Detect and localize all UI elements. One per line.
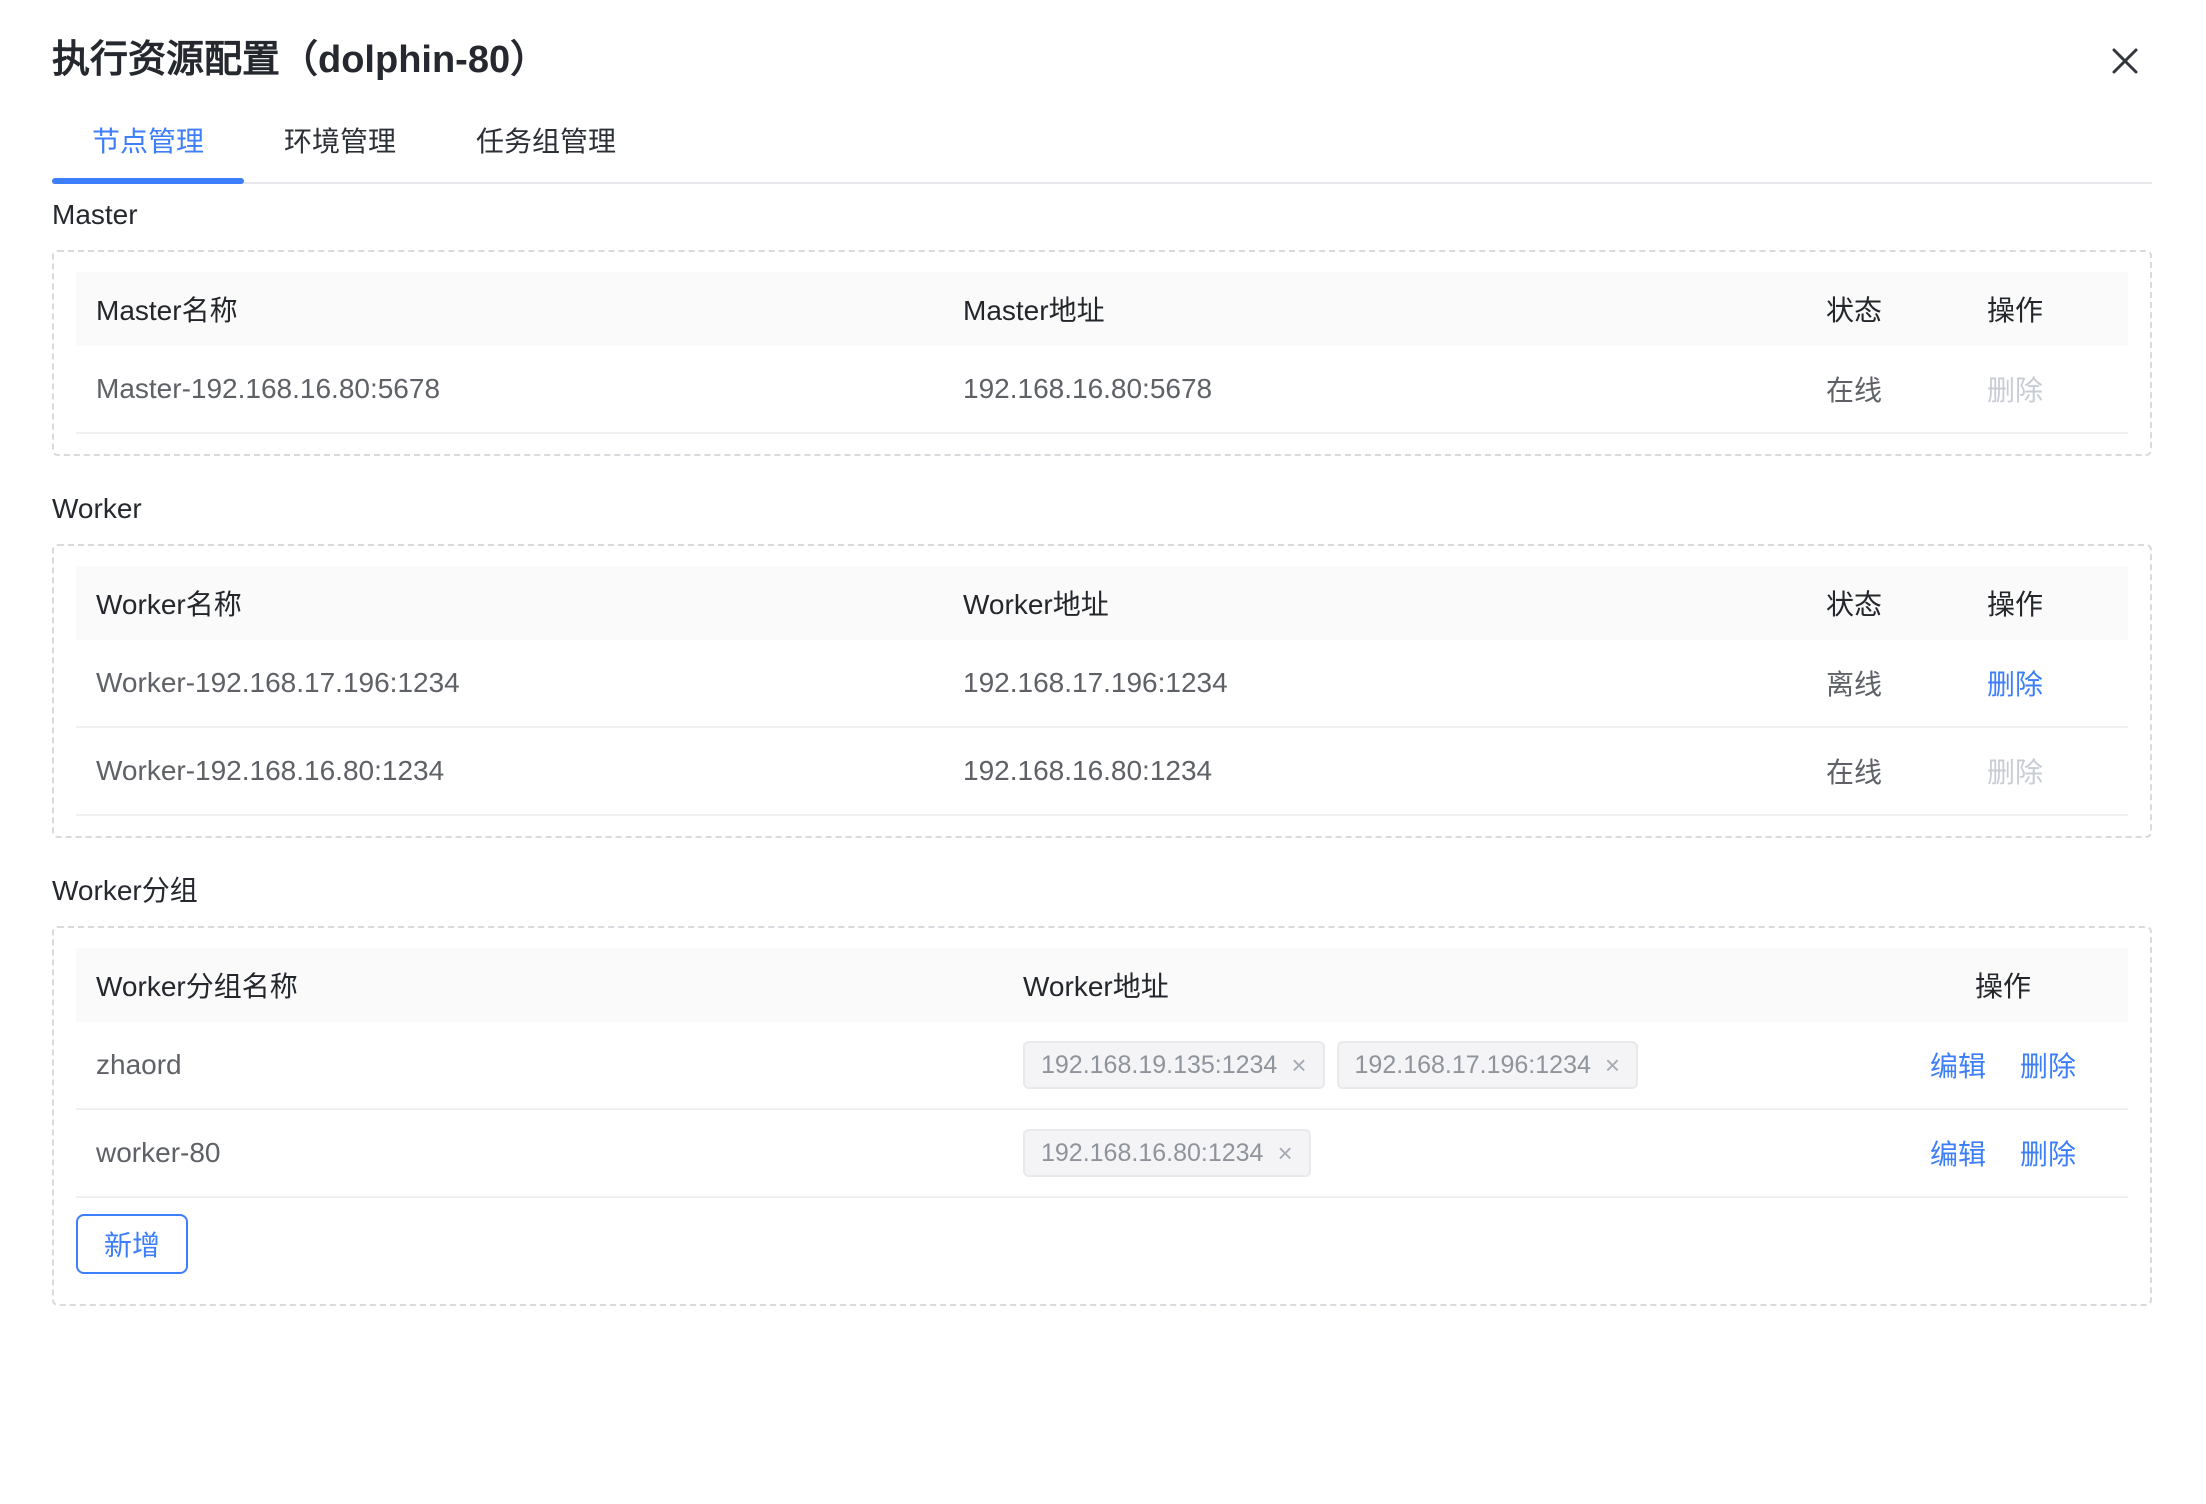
master-table: Master名称 Master地址 状态 操作 Master-192.168.1…	[76, 272, 2128, 434]
edit-link[interactable]: 编辑	[1930, 1045, 1986, 1085]
col-status: 状态	[1776, 289, 1932, 329]
col-worker-name: Worker名称	[76, 583, 963, 623]
resource-config-dialog: 执行资源配置（dolphin-80） 节点管理 环境管理 任务组管理 Maste…	[0, 0, 2206, 1306]
tag-remove-icon[interactable]: ×	[1277, 1140, 1292, 1166]
group-name: worker-80	[76, 1137, 1023, 1169]
worker-addr: 192.168.16.80:1234	[963, 755, 1776, 787]
worker-group-section-title: Worker分组	[52, 876, 2152, 906]
close-button[interactable]	[2108, 44, 2142, 78]
group-name: zhaord	[76, 1049, 1023, 1081]
worker-group-panel: Worker分组名称 Worker地址 操作 zhaord 192.168.19…	[52, 926, 2152, 1306]
address-tag: 192.168.19.135:1234 ×	[1023, 1041, 1325, 1089]
tag-text: 192.168.16.80:1234	[1041, 1139, 1263, 1168]
tag-text: 192.168.19.135:1234	[1041, 1051, 1277, 1080]
worker-table-header: Worker名称 Worker地址 状态 操作	[76, 566, 2128, 640]
tab-environment-management[interactable]: 环境管理	[244, 108, 436, 182]
tab-label: 任务组管理	[476, 126, 616, 157]
table-row: Worker-192.168.17.196:1234 192.168.17.19…	[76, 640, 2128, 728]
col-operation: 操作	[1932, 289, 2128, 329]
delete-link[interactable]: 删除	[2020, 1133, 2076, 1173]
status-text: 在线	[1776, 751, 1932, 791]
worker-name: Worker-192.168.16.80:1234	[76, 755, 963, 787]
status-text: 在线	[1776, 369, 1932, 409]
delete-link: 删除	[1987, 375, 2043, 406]
worker-panel: Worker名称 Worker地址 状态 操作 Worker-192.168.1…	[52, 544, 2152, 838]
close-icon	[2109, 45, 2141, 77]
col-worker-addr: Worker地址	[963, 583, 1776, 623]
col-group-name: Worker分组名称	[76, 965, 1023, 1005]
master-panel: Master名称 Master地址 状态 操作 Master-192.168.1…	[52, 250, 2152, 456]
master-section-title: Master	[52, 200, 2152, 230]
tab-label: 环境管理	[284, 126, 396, 157]
group-addr-tags: 192.168.16.80:1234 ×	[1023, 1129, 1878, 1177]
group-addr-tags: 192.168.19.135:1234 × 192.168.17.196:123…	[1023, 1041, 1878, 1089]
worker-table: Worker名称 Worker地址 状态 操作 Worker-192.168.1…	[76, 566, 2128, 816]
worker-addr: 192.168.17.196:1234	[963, 667, 1776, 699]
status-text: 离线	[1776, 663, 1932, 703]
delete-link[interactable]: 删除	[2020, 1045, 2076, 1085]
col-group-addr: Worker地址	[1023, 965, 1878, 1005]
master-name: Master-192.168.16.80:5678	[76, 373, 963, 405]
col-status: 状态	[1776, 583, 1932, 623]
tab-label: 节点管理	[92, 126, 204, 157]
table-row: zhaord 192.168.19.135:1234 × 192.168.17.…	[76, 1022, 2128, 1110]
col-master-addr: Master地址	[963, 289, 1776, 329]
delete-link[interactable]: 删除	[1987, 669, 2043, 700]
worker-section-title: Worker	[52, 494, 2152, 524]
worker-group-table-header: Worker分组名称 Worker地址 操作	[76, 948, 2128, 1022]
delete-link: 删除	[1987, 757, 2043, 788]
dialog-title: 执行资源配置（dolphin-80）	[52, 36, 2152, 84]
tag-remove-icon[interactable]: ×	[1291, 1052, 1306, 1078]
add-button[interactable]: 新增	[76, 1214, 188, 1274]
tab-task-group-management[interactable]: 任务组管理	[436, 108, 656, 182]
master-addr: 192.168.16.80:5678	[963, 373, 1776, 405]
table-row: Worker-192.168.16.80:1234 192.168.16.80:…	[76, 728, 2128, 816]
edit-link[interactable]: 编辑	[1930, 1133, 1986, 1173]
tag-remove-icon[interactable]: ×	[1605, 1052, 1620, 1078]
col-operation: 操作	[1932, 583, 2128, 623]
col-operation: 操作	[1878, 965, 2128, 1005]
master-table-header: Master名称 Master地址 状态 操作	[76, 272, 2128, 346]
address-tag: 192.168.17.196:1234 ×	[1337, 1041, 1639, 1089]
col-master-name: Master名称	[76, 289, 963, 329]
tab-bar: 节点管理 环境管理 任务组管理	[52, 108, 2152, 184]
table-row: worker-80 192.168.16.80:1234 × 编辑 删除	[76, 1110, 2128, 1198]
worker-group-table: Worker分组名称 Worker地址 操作 zhaord 192.168.19…	[76, 948, 2128, 1198]
worker-name: Worker-192.168.17.196:1234	[76, 667, 963, 699]
table-row: Master-192.168.16.80:5678 192.168.16.80:…	[76, 346, 2128, 434]
tab-node-management[interactable]: 节点管理	[52, 108, 244, 182]
tag-text: 192.168.17.196:1234	[1355, 1051, 1591, 1080]
address-tag: 192.168.16.80:1234 ×	[1023, 1129, 1311, 1177]
